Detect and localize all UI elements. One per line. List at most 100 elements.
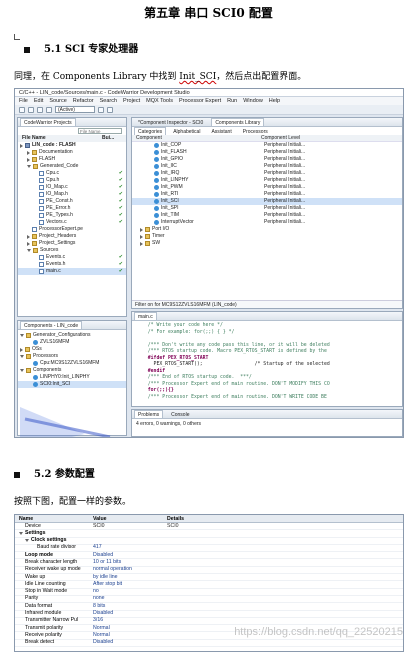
property-value[interactable]: 10 or 11 bits — [93, 559, 167, 566]
collapsed-icon[interactable] — [20, 143, 23, 148]
menu-item-mqx-tools[interactable]: MQX Tools — [146, 98, 173, 104]
tree-item[interactable]: PE_Error.h ✔ — [18, 205, 126, 212]
property-value[interactable]: 3/16 — [93, 617, 167, 624]
property-value[interactable]: none — [93, 595, 167, 602]
tree-item[interactable]: main.c ✔ — [18, 268, 126, 275]
collapsed-icon[interactable] — [27, 157, 30, 162]
collapsed-icon[interactable] — [20, 347, 23, 352]
tree-item[interactable]: Generated_Code — [18, 163, 126, 170]
library-group[interactable]: Timer — [132, 233, 402, 240]
tree-item[interactable]: Processors — [18, 353, 126, 360]
tree-item[interactable]: PE_Const.h ✔ — [18, 198, 126, 205]
library-item[interactable]: Init_GPIO Peripheral Initiali... — [132, 156, 402, 163]
menu-item-source[interactable]: Source — [49, 98, 66, 104]
collapsed-icon[interactable] — [27, 241, 30, 246]
tree-item[interactable]: ZVLS16MFM — [18, 339, 126, 346]
property-value[interactable]: SCI0 — [93, 523, 167, 530]
library-item[interactable]: Init_LINPHY Peripheral Initiali... — [132, 177, 402, 184]
library-item[interactable]: Init_SPI Peripheral Initiali... — [132, 205, 402, 212]
collapsed-icon[interactable] — [27, 234, 30, 239]
subtab-alphabetical[interactable]: Alphabetical — [169, 127, 204, 135]
menu-item-run[interactable]: Run — [227, 98, 237, 104]
expanded-icon[interactable] — [20, 355, 24, 358]
property-value[interactable]: by idle line — [93, 574, 167, 581]
build-icon[interactable] — [37, 106, 43, 113]
property-value[interactable]: normal operation — [93, 566, 167, 573]
tree-item[interactable]: SCI0:Init_SCI — [18, 381, 126, 388]
subtab-processors[interactable]: Processors — [239, 127, 272, 135]
tab-console[interactable]: Console — [167, 410, 193, 418]
library-item[interactable]: Init_PWM Peripheral Initiali... — [132, 184, 402, 191]
tree-item[interactable]: LINPHY0:Init_LINPHY — [18, 374, 126, 381]
tree-item[interactable]: Events.h ✔ — [18, 261, 126, 268]
menu-item-processor-expert[interactable]: Processor Expert — [179, 98, 221, 104]
property-row[interactable]: Break detect Disabled — [15, 639, 403, 648]
collapsed-icon[interactable] — [140, 227, 143, 232]
library-item[interactable]: Init_IIC Peripheral Initiali... — [132, 163, 402, 170]
tree-item[interactable]: IO_Map.c ✔ — [18, 184, 126, 191]
tree-item[interactable]: Project_Settings — [18, 240, 126, 247]
tree-item[interactable]: Cpu:MC9S12ZVLS16MFM — [18, 360, 126, 367]
new-icon[interactable] — [19, 106, 25, 113]
tree-item[interactable]: Cpu.c ✔ — [18, 170, 126, 177]
tree-item[interactable]: Documentation — [18, 149, 126, 156]
tree-item[interactable]: PE_Types.h ✔ — [18, 212, 126, 219]
tree-item[interactable]: LIN_code : FLASH — [18, 142, 126, 149]
file-name-filter-input[interactable] — [78, 128, 122, 134]
property-value[interactable]: Disabled — [93, 610, 167, 617]
library-item[interactable]: Init_TIM Peripheral Initiali... — [132, 212, 402, 219]
library-item[interactable]: Init_RTI Peripheral Initiali... — [132, 191, 402, 198]
tree-item[interactable]: Project_Headers — [18, 233, 126, 240]
expanded-icon[interactable] — [19, 531, 23, 535]
tree-item[interactable]: Events.c ✔ — [18, 254, 126, 261]
expanded-icon[interactable] — [20, 369, 24, 372]
tree-item[interactable]: ProcessorExpert.pe — [18, 226, 126, 233]
property-value[interactable]: Disabled — [93, 639, 167, 646]
tab-components[interactable]: Components - LIN_code — [20, 321, 83, 329]
tree-item[interactable]: Components — [18, 367, 126, 374]
expanded-icon[interactable] — [20, 334, 24, 337]
expanded-icon[interactable] — [27, 249, 31, 252]
tree-item[interactable]: Generator_Configurations — [18, 332, 126, 339]
tab-main-c[interactable]: main.c — [134, 312, 157, 320]
collapsed-icon[interactable] — [140, 241, 143, 246]
library-group[interactable]: SW — [132, 240, 402, 247]
collapsed-icon[interactable] — [27, 150, 30, 155]
save-icon[interactable] — [28, 106, 34, 113]
debug-icon[interactable] — [46, 106, 52, 113]
tree-item[interactable]: FLASH — [18, 156, 126, 163]
library-item[interactable]: Init_SCI Peripheral Initiali... — [132, 198, 402, 205]
property-value[interactable]: 417 — [93, 544, 167, 551]
property-value[interactable]: no — [93, 588, 167, 595]
property-value[interactable]: Normal — [93, 625, 167, 632]
library-item[interactable]: Init_COP Peripheral Initiali... — [132, 142, 402, 149]
subtab-categories[interactable]: Categories — [134, 127, 167, 135]
run-icon[interactable] — [98, 106, 104, 113]
code-editor[interactable]: /* Write your code here */ /* For exampl… — [132, 321, 402, 401]
expanded-icon[interactable] — [25, 539, 29, 543]
search-icon[interactable] — [107, 106, 113, 113]
tree-item[interactable]: Vectors.c ✔ — [18, 219, 126, 226]
collapsed-icon[interactable] — [140, 234, 143, 239]
tree-item[interactable]: OSs — [18, 346, 126, 353]
property-value[interactable]: After stop bit — [93, 581, 167, 588]
tree-item[interactable]: IO_Map.h ✔ — [18, 191, 126, 198]
menu-item-refactor[interactable]: Refactor — [73, 98, 94, 104]
tab-codewarrior-projects[interactable]: CodeWarrior Projects — [20, 118, 76, 126]
tab-problems[interactable]: Problems — [134, 410, 164, 418]
menu-item-search[interactable]: Search — [100, 98, 117, 104]
property-value[interactable]: Normal — [93, 632, 167, 639]
menu-item-file[interactable]: File — [19, 98, 28, 104]
library-group[interactable]: Port I/O — [132, 226, 402, 233]
library-item[interactable]: InterruptVector Peripheral Initiali... — [132, 219, 402, 226]
library-item[interactable]: Init_IRQ Peripheral Initiali... — [132, 170, 402, 177]
tab-components-library[interactable]: Components Library — [211, 118, 265, 126]
tree-item[interactable]: Cpu.h ✔ — [18, 177, 126, 184]
menu-item-project[interactable]: Project — [123, 98, 140, 104]
property-value[interactable]: 8 bits — [93, 603, 167, 610]
tree-item[interactable]: Sources — [18, 247, 126, 254]
expanded-icon[interactable] — [27, 165, 31, 168]
property-value[interactable]: Disabled — [93, 552, 167, 559]
build-config-combo[interactable]: (Active) — [55, 106, 95, 113]
subtab-assistant[interactable]: Assistant — [207, 127, 235, 135]
